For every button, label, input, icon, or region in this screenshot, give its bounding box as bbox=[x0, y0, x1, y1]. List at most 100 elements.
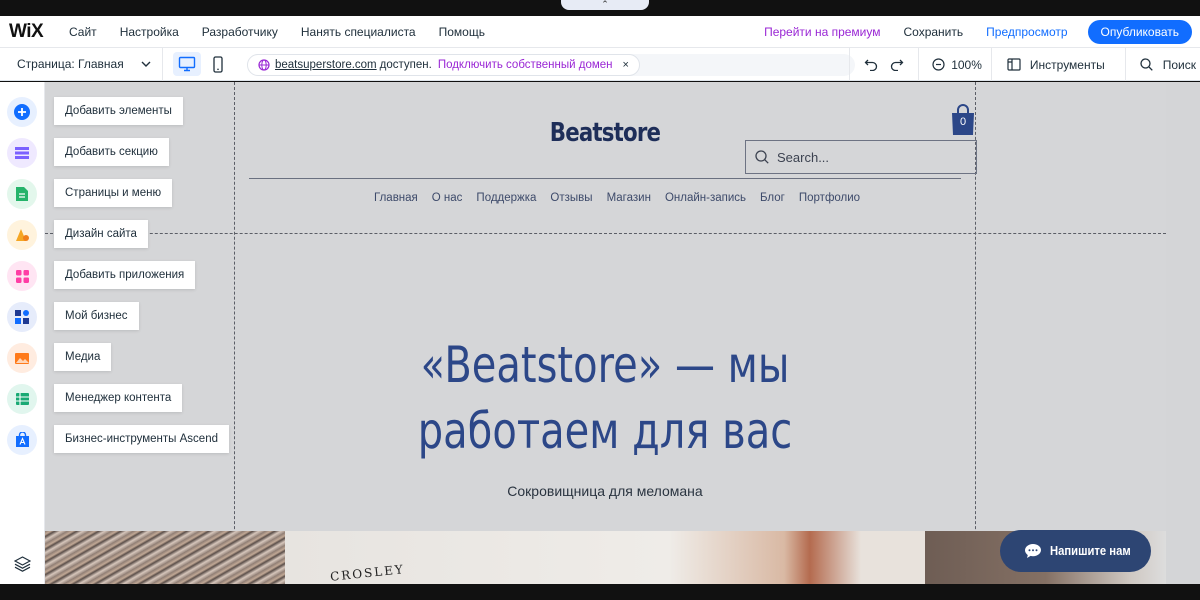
nav-divider bbox=[249, 178, 961, 179]
pages-menu-button[interactable] bbox=[7, 179, 37, 209]
undo-button[interactable] bbox=[850, 48, 884, 81]
site-title[interactable]: Beatstore bbox=[523, 118, 687, 148]
page-selector[interactable]: Страница: Главная bbox=[17, 57, 152, 71]
chat-icon bbox=[1025, 544, 1041, 558]
site-domain[interactable]: beatsuperstore.com bbox=[275, 59, 377, 71]
hero-line: работаем для вас bbox=[417, 402, 793, 460]
tooltip-add-section[interactable]: Добавить секцию bbox=[54, 138, 169, 166]
globe-icon bbox=[258, 59, 270, 71]
nav-home[interactable]: Главная bbox=[374, 192, 418, 204]
tooltip-content-manager[interactable]: Менеджер контента bbox=[54, 384, 183, 412]
hero-heading[interactable]: «Beatstore» — мы работаем для вас bbox=[381, 332, 829, 464]
tooltip-media[interactable]: Медиа bbox=[54, 343, 112, 371]
search-button[interactable]: Поиск bbox=[1126, 48, 1200, 81]
tooltip-pages-menu[interactable]: Страницы и меню bbox=[54, 179, 173, 207]
zoom-level: 100% bbox=[951, 57, 982, 72]
image-gallery-strip[interactable]: CROSLEY bbox=[45, 531, 1166, 584]
domain-status: доступен. bbox=[379, 59, 432, 71]
chat-button[interactable]: Напишите нам bbox=[1000, 530, 1151, 572]
preview-button[interactable]: Предпросмотр bbox=[986, 25, 1067, 39]
tools-button[interactable]: Инструменты bbox=[992, 48, 1125, 81]
chevron-up-icon: ⌃ bbox=[601, 0, 609, 9]
nav-portfolio[interactable]: Портфолио bbox=[799, 192, 860, 204]
apps-icon bbox=[15, 269, 29, 283]
media-button[interactable] bbox=[7, 343, 37, 373]
editor-top-bar: WiX Сайт Настройка Разработчику Нанять с… bbox=[0, 16, 1200, 48]
canvas-margin bbox=[1166, 82, 1200, 584]
tooltip-add-elements[interactable]: Добавить элементы bbox=[54, 97, 183, 125]
search-placeholder: Search... bbox=[777, 149, 830, 165]
hero-line: «Beatstore» — мы bbox=[420, 336, 790, 394]
redo-icon bbox=[891, 59, 904, 71]
design-icon bbox=[16, 229, 29, 241]
content-manager-button[interactable] bbox=[7, 384, 37, 414]
my-business-button[interactable] bbox=[7, 302, 37, 332]
media-icon bbox=[15, 352, 29, 364]
desktop-icon bbox=[178, 56, 196, 72]
cms-icon bbox=[15, 393, 29, 405]
nav-about[interactable]: О нас bbox=[432, 192, 463, 204]
ascend-tools-button[interactable] bbox=[7, 425, 37, 455]
tooltip-my-business[interactable]: Мой бизнес bbox=[54, 302, 139, 330]
layers-button[interactable] bbox=[12, 554, 32, 574]
menu-settings[interactable]: Настройка bbox=[120, 25, 179, 39]
undo-icon bbox=[864, 59, 878, 71]
tooltip-add-apps[interactable]: Добавить приложения bbox=[54, 261, 196, 289]
desktop-view-button[interactable] bbox=[173, 52, 201, 76]
menu-site[interactable]: Сайт bbox=[69, 25, 97, 39]
plus-icon bbox=[14, 104, 30, 120]
close-icon[interactable]: × bbox=[623, 59, 629, 71]
site-design-button[interactable] bbox=[7, 220, 37, 250]
site-nav: Главная О нас Поддержка Отзывы Магазин О… bbox=[374, 192, 874, 204]
section-icon bbox=[15, 147, 29, 159]
chat-label: Напишите нам bbox=[1050, 544, 1131, 558]
tools-icon bbox=[1007, 58, 1021, 71]
upgrade-premium-link[interactable]: Перейти на премиум bbox=[764, 25, 880, 39]
tooltip-site-design[interactable]: Дизайн сайта bbox=[54, 220, 148, 248]
add-apps-button[interactable] bbox=[7, 261, 37, 291]
collapse-toolbar-handle[interactable]: ⌃ bbox=[561, 0, 649, 10]
site-search-input[interactable]: Search... bbox=[745, 140, 977, 174]
ascend-icon bbox=[15, 432, 29, 447]
wix-logo[interactable]: WiX bbox=[9, 21, 61, 43]
top-actions: Перейти на премиум Сохранить Предпросмот… bbox=[764, 16, 1192, 48]
search-label: Поиск bbox=[1162, 57, 1196, 72]
chevron-down-icon bbox=[141, 61, 151, 67]
nav-reviews[interactable]: Отзывы bbox=[550, 192, 592, 204]
connect-domain-link[interactable]: Подключить собственный домен bbox=[438, 59, 613, 71]
add-elements-button[interactable] bbox=[7, 97, 37, 127]
add-section-button[interactable] bbox=[7, 138, 37, 168]
top-menu: Сайт Настройка Разработчику Нанять специ… bbox=[69, 25, 508, 39]
tooltip-ascend-tools[interactable]: Бизнес-инструменты Ascend bbox=[54, 425, 229, 453]
domain-pill: beatsuperstore.com доступен. Подключить … bbox=[247, 54, 640, 76]
editor-canvas[interactable]: Beatstore 0 Search... Главная О нас Подд… bbox=[45, 82, 1166, 584]
menu-hire[interactable]: Нанять специалиста bbox=[301, 25, 416, 39]
cart-button[interactable]: 0 bbox=[950, 104, 976, 136]
editor-toolbar: Страница: Главная beatsuperstore.com дос… bbox=[0, 47, 1200, 81]
toolbar-right: 100% Инструменты Поиск bbox=[849, 48, 1200, 81]
mobile-icon bbox=[213, 55, 223, 73]
vinyl-records-image bbox=[45, 531, 285, 584]
mobile-view-button[interactable] bbox=[204, 52, 232, 76]
nav-shop[interactable]: Магазин bbox=[607, 192, 651, 204]
url-bar: beatsuperstore.com доступен. Подключить … bbox=[247, 54, 855, 76]
hero-subtitle[interactable]: Сокровищница для меломана bbox=[425, 483, 785, 499]
search-icon bbox=[1140, 58, 1153, 71]
redo-button[interactable] bbox=[884, 48, 918, 81]
save-button[interactable]: Сохранить bbox=[904, 25, 964, 39]
pages-icon bbox=[16, 187, 28, 201]
nav-booking[interactable]: Онлайн-запись bbox=[665, 192, 746, 204]
menu-developer[interactable]: Разработчику bbox=[202, 25, 278, 39]
left-sidebar bbox=[0, 82, 45, 584]
cart-count: 0 bbox=[959, 116, 967, 128]
grid-guide bbox=[234, 82, 235, 584]
nav-support[interactable]: Поддержка bbox=[476, 192, 536, 204]
zoom-out-icon bbox=[932, 58, 945, 71]
zoom-button[interactable]: 100% bbox=[919, 48, 991, 81]
nav-blog[interactable]: Блог bbox=[760, 192, 785, 204]
search-icon bbox=[755, 150, 769, 164]
publish-button[interactable]: Опубликовать bbox=[1087, 20, 1192, 44]
menu-help[interactable]: Помощь bbox=[439, 25, 485, 39]
business-icon bbox=[15, 310, 29, 324]
page-selector-label: Страница: Главная bbox=[17, 57, 124, 71]
